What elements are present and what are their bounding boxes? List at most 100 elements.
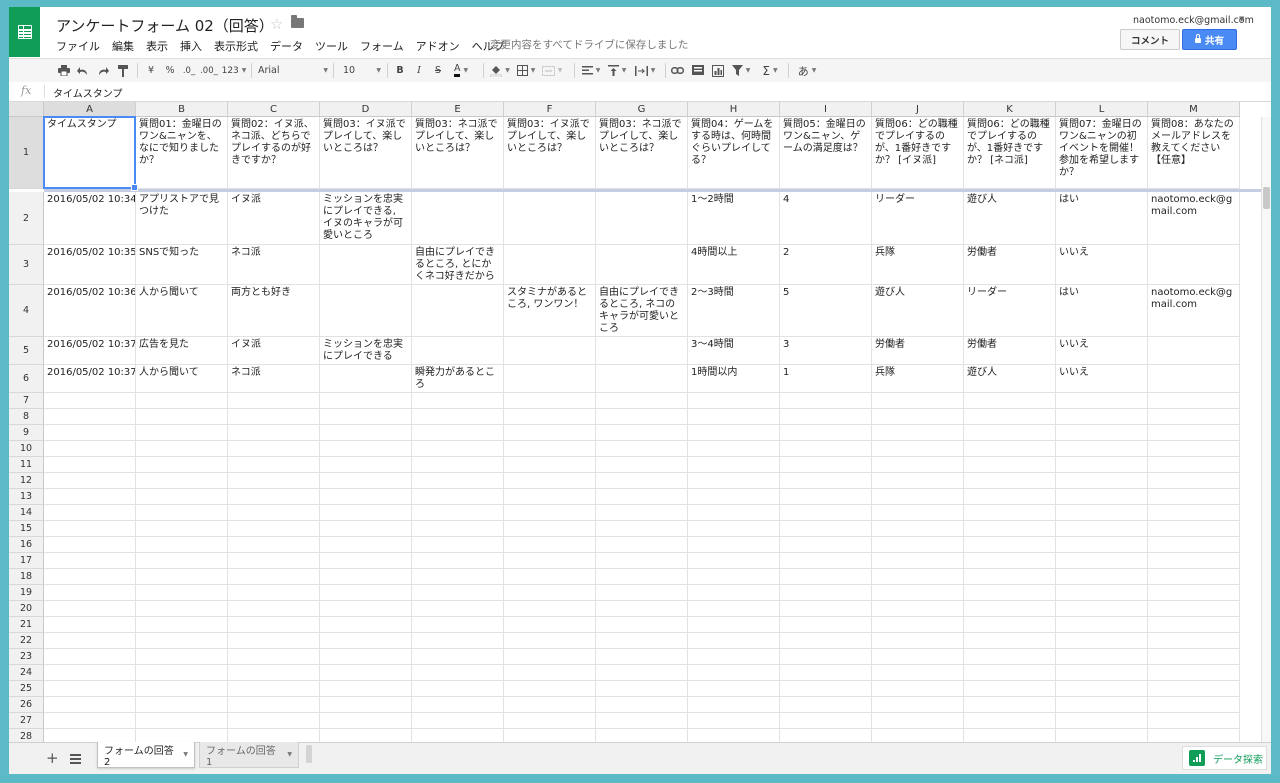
sheet-tab[interactable]: フォームの回答 1 ▼ bbox=[199, 742, 299, 768]
empty-cell[interactable] bbox=[964, 505, 1056, 521]
empty-cell[interactable] bbox=[1056, 489, 1148, 505]
chevron-down-icon[interactable]: ▼ bbox=[287, 751, 292, 758]
empty-cell[interactable] bbox=[1148, 585, 1240, 601]
empty-cell[interactable] bbox=[1056, 457, 1148, 473]
row-header[interactable]: 8 bbox=[9, 409, 44, 425]
empty-cell[interactable] bbox=[964, 681, 1056, 697]
table-cell[interactable]: リーダー bbox=[964, 285, 1056, 337]
empty-cell[interactable] bbox=[412, 553, 504, 569]
add-sheet-icon[interactable]: + bbox=[46, 749, 59, 767]
table-cell[interactable]: 1 bbox=[780, 365, 872, 393]
row-header[interactable]: 1 bbox=[9, 117, 44, 189]
filter-icon[interactable]: ▼ bbox=[730, 63, 752, 78]
formula-input[interactable]: タイムスタンプ bbox=[53, 85, 123, 100]
table-cell[interactable]: 2016/05/02 10:35:4 bbox=[44, 245, 136, 285]
empty-cell[interactable] bbox=[228, 489, 320, 505]
empty-cell[interactable] bbox=[596, 585, 688, 601]
table-cell[interactable]: 2016/05/02 10:37:4 bbox=[44, 365, 136, 393]
header-cell[interactable]: 質問05：金曜日のワン&ニャン、ゲームの満足度は？ bbox=[780, 117, 872, 189]
column-header[interactable]: A bbox=[44, 102, 136, 117]
empty-cell[interactable] bbox=[504, 409, 596, 425]
empty-cell[interactable] bbox=[320, 617, 412, 633]
empty-cell[interactable] bbox=[320, 409, 412, 425]
empty-cell[interactable] bbox=[780, 425, 872, 441]
table-cell[interactable]: 遊び人 bbox=[964, 192, 1056, 245]
empty-cell[interactable] bbox=[688, 393, 780, 409]
table-cell[interactable]: 2016/05/02 10:34:5 bbox=[44, 192, 136, 245]
functions-button[interactable]: Σ ▼ bbox=[759, 63, 781, 78]
empty-cell[interactable] bbox=[412, 617, 504, 633]
empty-cell[interactable] bbox=[872, 697, 964, 713]
table-cell[interactable]: 2〜3時間 bbox=[688, 285, 780, 337]
empty-cell[interactable] bbox=[320, 553, 412, 569]
empty-cell[interactable] bbox=[44, 601, 136, 617]
empty-cell[interactable] bbox=[1148, 649, 1240, 665]
empty-cell[interactable] bbox=[964, 633, 1056, 649]
table-cell[interactable]: ネコ派 bbox=[228, 245, 320, 285]
comment-button[interactable]: コメント bbox=[1120, 29, 1180, 50]
sheet-tab[interactable]: フォームの回答 2 ▼ bbox=[97, 742, 195, 768]
empty-cell[interactable] bbox=[320, 425, 412, 441]
empty-cell[interactable] bbox=[1148, 393, 1240, 409]
empty-cell[interactable] bbox=[320, 393, 412, 409]
empty-cell[interactable] bbox=[136, 457, 228, 473]
empty-cell[interactable] bbox=[688, 425, 780, 441]
table-cell[interactable]: アプリストアで見つけた bbox=[136, 192, 228, 245]
empty-cell[interactable] bbox=[44, 665, 136, 681]
table-cell[interactable]: いいえ bbox=[1056, 245, 1148, 285]
empty-cell[interactable] bbox=[136, 617, 228, 633]
empty-cell[interactable] bbox=[44, 697, 136, 713]
empty-cell[interactable] bbox=[44, 489, 136, 505]
empty-cell[interactable] bbox=[412, 713, 504, 729]
empty-cell[interactable] bbox=[136, 425, 228, 441]
empty-cell[interactable] bbox=[44, 681, 136, 697]
empty-cell[interactable] bbox=[1148, 521, 1240, 537]
row-header[interactable]: 22 bbox=[9, 633, 44, 649]
row-header[interactable]: 4 bbox=[9, 285, 44, 337]
empty-cell[interactable] bbox=[1148, 713, 1240, 729]
strikethrough-button[interactable]: S bbox=[432, 63, 444, 78]
empty-cell[interactable] bbox=[44, 409, 136, 425]
table-cell[interactable]: 1時間以内 bbox=[688, 365, 780, 393]
empty-cell[interactable] bbox=[596, 633, 688, 649]
header-cell[interactable]: タイムスタンプ bbox=[44, 117, 136, 189]
empty-cell[interactable] bbox=[1148, 505, 1240, 521]
empty-cell[interactable] bbox=[136, 665, 228, 681]
empty-cell[interactable] bbox=[504, 601, 596, 617]
empty-cell[interactable] bbox=[964, 489, 1056, 505]
empty-cell[interactable] bbox=[872, 633, 964, 649]
empty-cell[interactable] bbox=[136, 713, 228, 729]
empty-cell[interactable] bbox=[504, 425, 596, 441]
empty-cell[interactable] bbox=[228, 633, 320, 649]
empty-cell[interactable] bbox=[688, 569, 780, 585]
empty-cell[interactable] bbox=[504, 537, 596, 553]
table-cell[interactable]: SNSで知った bbox=[136, 245, 228, 285]
empty-cell[interactable] bbox=[1056, 537, 1148, 553]
empty-cell[interactable] bbox=[412, 585, 504, 601]
empty-cell[interactable] bbox=[1056, 441, 1148, 457]
empty-cell[interactable] bbox=[688, 729, 780, 742]
empty-cell[interactable] bbox=[44, 713, 136, 729]
row-header[interactable]: 10 bbox=[9, 441, 44, 457]
empty-cell[interactable] bbox=[872, 617, 964, 633]
empty-cell[interactable] bbox=[44, 473, 136, 489]
table-cell[interactable]: ネコ派 bbox=[228, 365, 320, 393]
empty-cell[interactable] bbox=[688, 489, 780, 505]
empty-cell[interactable] bbox=[964, 713, 1056, 729]
header-cell[interactable]: 質問06：どの職種でプレイするのが、1番好きですか？ [イヌ派] bbox=[872, 117, 964, 189]
empty-cell[interactable] bbox=[412, 489, 504, 505]
star-icon[interactable]: ☆ bbox=[270, 15, 283, 33]
table-cell[interactable] bbox=[504, 245, 596, 285]
empty-cell[interactable] bbox=[872, 393, 964, 409]
empty-cell[interactable] bbox=[320, 521, 412, 537]
empty-cell[interactable] bbox=[320, 697, 412, 713]
empty-cell[interactable] bbox=[412, 393, 504, 409]
empty-cell[interactable] bbox=[1056, 713, 1148, 729]
empty-cell[interactable] bbox=[504, 681, 596, 697]
empty-cell[interactable] bbox=[228, 441, 320, 457]
menu-item[interactable]: 編集 bbox=[112, 38, 140, 54]
row-header[interactable]: 14 bbox=[9, 505, 44, 521]
insert-chart-icon[interactable] bbox=[711, 63, 725, 78]
empty-cell[interactable] bbox=[596, 681, 688, 697]
empty-cell[interactable] bbox=[964, 729, 1056, 742]
